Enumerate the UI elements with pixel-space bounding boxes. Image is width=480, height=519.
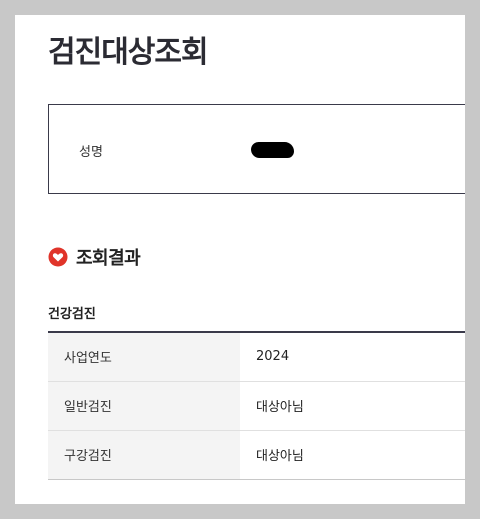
row-value: 대상아님 bbox=[256, 400, 304, 415]
result-table: 사업연도 2024 일반검진 대상아님 구강검진 대상아님 bbox=[48, 331, 465, 480]
table-row: 일반검진 대상아님 bbox=[48, 381, 465, 430]
row-value: 2024 bbox=[256, 349, 290, 365]
heart-bubble-icon bbox=[48, 247, 68, 267]
name-label: 성명 bbox=[79, 145, 103, 160]
row-label: 일반검진 bbox=[48, 381, 240, 430]
row-label: 사업연도 bbox=[48, 332, 240, 381]
result-section-title: 조회결과 bbox=[76, 248, 141, 269]
table-row: 구강검진 대상아님 bbox=[48, 430, 465, 479]
table-row: 사업연도 2024 bbox=[48, 332, 465, 381]
page-title: 검진대상조회 bbox=[48, 35, 209, 70]
redacted-name bbox=[251, 142, 294, 158]
result-section-header: 조회결과 bbox=[48, 244, 141, 270]
page-content: 검진대상조회 성명 조회결과 건강검진 사업연도 2024 일반검진 대상아님 … bbox=[15, 15, 465, 504]
health-check-subtitle: 건강검진 bbox=[48, 307, 96, 322]
row-label: 구강검진 bbox=[48, 430, 240, 479]
row-value: 대상아님 bbox=[256, 449, 304, 464]
user-info-box: 성명 bbox=[48, 104, 465, 194]
